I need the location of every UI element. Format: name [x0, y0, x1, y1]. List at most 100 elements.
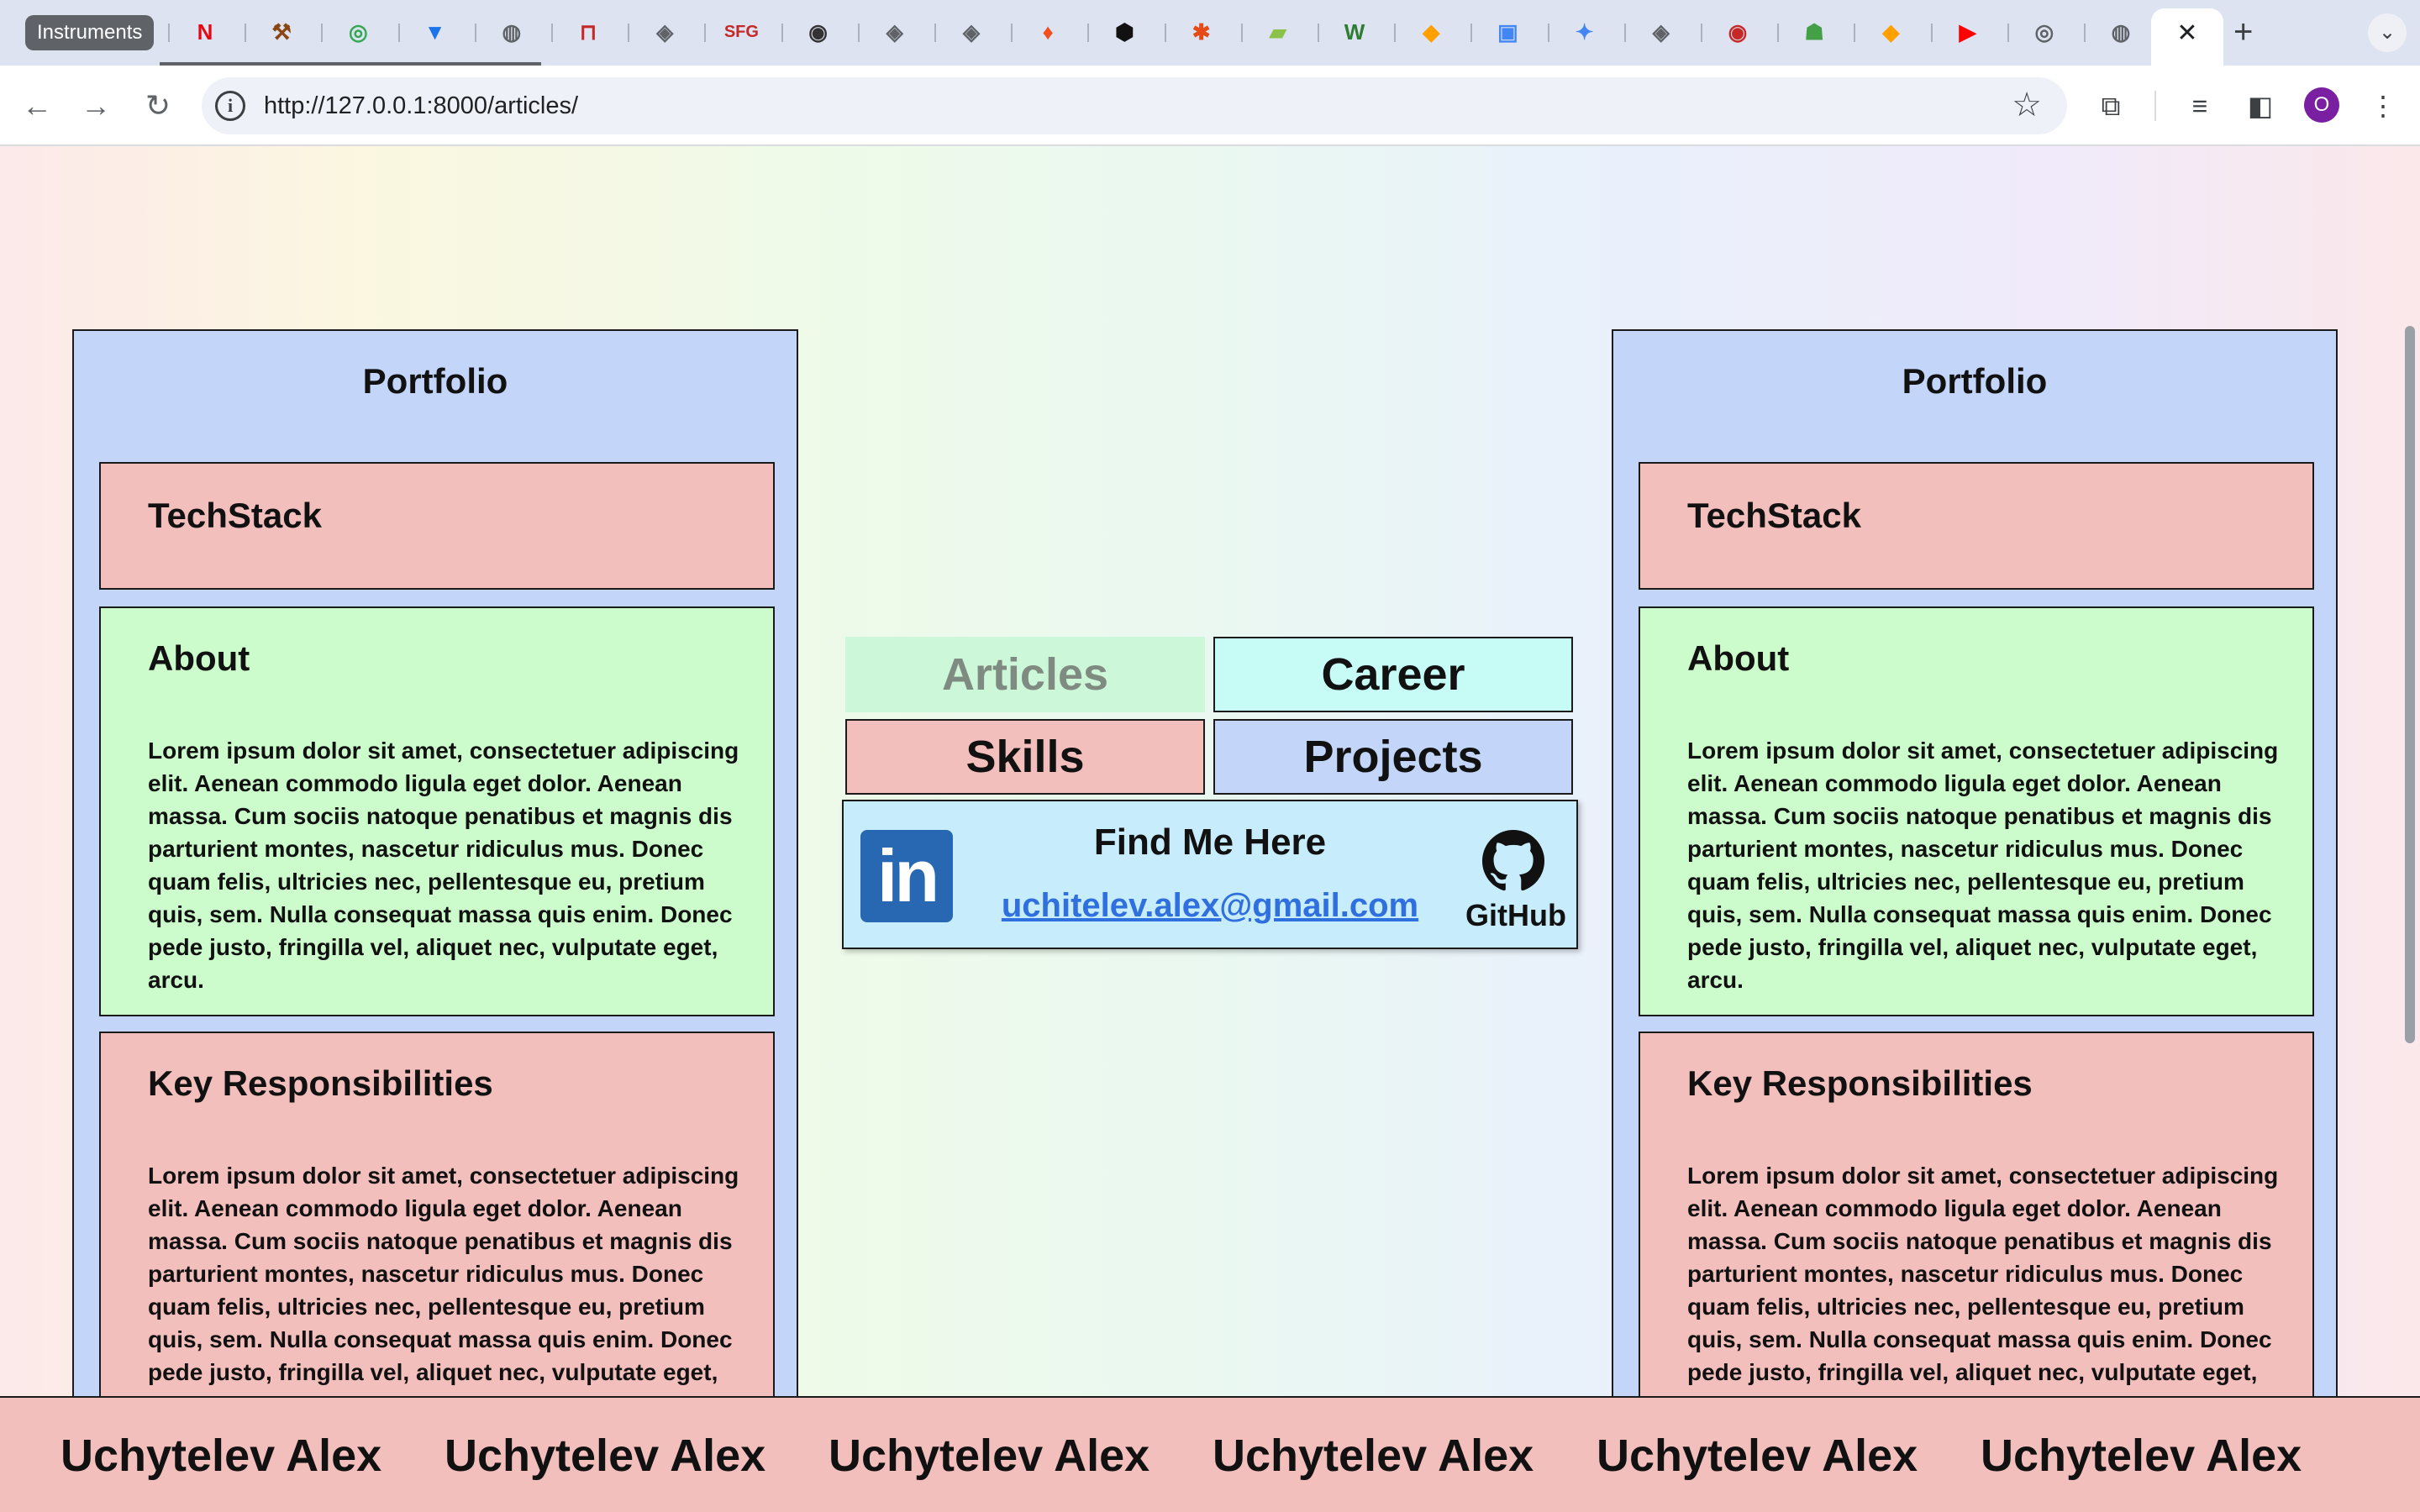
- tab-favicon-icon[interactable]: ✱: [1186, 17, 1217, 47]
- panel-title: Portfolio: [362, 361, 508, 401]
- responsibilities-heading: Key Responsibilities: [1687, 1063, 2033, 1103]
- tab-favicon-icon[interactable]: ◉: [1723, 17, 1753, 47]
- media-control-icon[interactable]: ≡: [2181, 87, 2218, 124]
- close-tab-icon[interactable]: ✕: [2151, 18, 2223, 48]
- extensions-icon[interactable]: ⧉: [2092, 87, 2129, 124]
- tab-separator: [1394, 24, 1397, 42]
- about-text: Lorem ipsum dolor sit amet, consectetuer…: [1687, 738, 2279, 993]
- github-link[interactable]: GitHub: [1465, 830, 1566, 933]
- tab-favicon-icon[interactable]: ▣: [1492, 17, 1523, 47]
- tab-favicon-icon[interactable]: ◈: [650, 17, 680, 47]
- tab-separator: [551, 24, 553, 42]
- footer-name: Uchytelev Alex: [445, 1431, 766, 1481]
- footer-name: Uchytelev Alex: [1981, 1431, 2302, 1481]
- tab-favicon-icon[interactable]: ◎: [2029, 17, 2060, 47]
- tab-favicon-icon[interactable]: W: [1339, 17, 1370, 47]
- address-bar[interactable]: i http://127.0.0.1:8000/articles/ ☆: [202, 77, 2067, 134]
- tab-favicon-icon[interactable]: ◈: [1646, 17, 1676, 47]
- side-panel-icon[interactable]: ◧: [2242, 87, 2279, 124]
- contact-box: in Find Me Here uchitelev.alex@gmail.com…: [842, 800, 1578, 949]
- tab-separator: [321, 24, 324, 42]
- tab-separator: [1777, 24, 1780, 42]
- tab-favicon-icon[interactable]: ♦: [1033, 17, 1063, 47]
- portfolio-panel-right: Portfolio TechStack About Lorem ipsum do…: [1612, 329, 2338, 1512]
- tab-separator: [1701, 24, 1702, 42]
- tab-favicon-icon[interactable]: ⬢: [1109, 17, 1139, 47]
- tab-separator: [1240, 24, 1243, 42]
- tab-favicon-icon[interactable]: ◈: [956, 17, 986, 47]
- tab-favicon-icon[interactable]: ◎: [343, 17, 373, 47]
- responsibilities-text: Lorem ipsum dolor sit amet, consectetuer…: [1687, 1163, 2279, 1385]
- nav-projects[interactable]: Projects: [1213, 719, 1573, 795]
- footer-name: Uchytelev Alex: [60, 1431, 382, 1481]
- tab-separator: [704, 24, 707, 42]
- techstack-heading: TechStack: [148, 496, 322, 535]
- tab-separator: [934, 24, 936, 42]
- tab-favicon-icon[interactable]: ▼: [420, 17, 450, 47]
- about-text: Lorem ipsum dolor sit amet, consectetuer…: [148, 738, 739, 993]
- tab-separator: [1318, 24, 1319, 42]
- tab-strip: Instruments N ⚒ ◎ ▼ ◍ ⊓ ◈ SFG ◉ ◈ ◈ ♦ ⬢ ✱ ▰ W ◆ ▣ ✦ ◈ ◉ ☗ ◆ ▶ ◎ ◍…: [0, 0, 2420, 66]
- tab-separator: [1087, 24, 1090, 42]
- techstack-heading: TechStack: [1687, 496, 1861, 535]
- page-scrollbar[interactable]: [2405, 326, 2415, 1043]
- tab-instruments[interactable]: Instruments: [25, 15, 155, 50]
- tab-favicon-icon[interactable]: ◆: [1876, 17, 1906, 47]
- tab-search-icon[interactable]: ⌄: [2368, 13, 2407, 52]
- about-card: About Lorem ipsum dolor sit amet, consec…: [99, 606, 775, 1016]
- footer-name: Uchytelev Alex: [1597, 1431, 1918, 1481]
- tab-separator: [857, 24, 860, 42]
- bookmark-star-icon[interactable]: ☆: [2012, 86, 2042, 124]
- about-card: About Lorem ipsum dolor sit amet, consec…: [1639, 606, 2314, 1016]
- footer-name: Uchytelev Alex: [1213, 1431, 1534, 1481]
- tab-favicon-icon[interactable]: ✦: [1570, 17, 1600, 47]
- tab-favicon-icon[interactable]: ☗: [1799, 17, 1829, 47]
- responsibilities-text: Lorem ipsum dolor sit amet, consectetuer…: [148, 1163, 739, 1385]
- tab-favicon-icon[interactable]: ▶: [1953, 17, 1983, 47]
- techstack-card[interactable]: TechStack: [99, 462, 775, 590]
- menu-kebab-icon[interactable]: ⋮: [2365, 87, 2402, 124]
- tab-separator: [2084, 24, 2086, 42]
- tab-favicon-icon[interactable]: SFG: [724, 17, 759, 47]
- reload-icon[interactable]: ↻: [138, 86, 178, 126]
- back-icon[interactable]: ←: [17, 86, 57, 126]
- tab-separator: [474, 24, 476, 42]
- tab-favicon-icon[interactable]: N: [190, 17, 220, 47]
- nav-skills[interactable]: Skills: [845, 719, 1205, 795]
- responsibilities-heading: Key Responsibilities: [148, 1063, 493, 1103]
- tab-separator: [1854, 24, 1856, 42]
- portfolio-panel-left: Portfolio TechStack About Lorem ipsum do…: [72, 329, 798, 1512]
- tab-favicon-icon[interactable]: ⚒: [266, 17, 297, 47]
- about-heading: About: [1687, 638, 1790, 678]
- tab-separator: [245, 24, 247, 42]
- tab-favicon-icon[interactable]: ◍: [497, 17, 527, 47]
- tab-separator: [1164, 24, 1166, 42]
- tab-favicon-icon[interactable]: ▰: [1263, 17, 1293, 47]
- tab-separator: [397, 24, 400, 42]
- url-text[interactable]: http://127.0.0.1:8000/articles/: [264, 92, 578, 120]
- tab-separator: [168, 24, 170, 42]
- nav-career[interactable]: Career: [1213, 637, 1573, 712]
- active-tab[interactable]: ✕: [2151, 8, 2223, 66]
- footer-name: Uchytelev Alex: [829, 1431, 1150, 1481]
- tab-separator: [2007, 24, 2009, 42]
- nav-articles[interactable]: Articles: [845, 637, 1205, 712]
- site-info-icon[interactable]: i: [215, 91, 245, 121]
- tab-favicon-icon[interactable]: ◍: [2106, 17, 2136, 47]
- footer-marquee: Uchytelev Alex Uchytelev Alex Uchytelev …: [0, 1396, 2420, 1512]
- tab-separator: [1623, 24, 1626, 42]
- forward-icon[interactable]: →: [76, 86, 116, 126]
- tab-favicon-icon[interactable]: ◈: [880, 17, 910, 47]
- tab-favicon-icon[interactable]: ◆: [1416, 17, 1446, 47]
- tab-separator: [1547, 24, 1549, 42]
- profile-avatar[interactable]: O: [2304, 87, 2339, 123]
- github-label: GitHub: [1465, 898, 1566, 932]
- techstack-card[interactable]: TechStack: [1639, 462, 2314, 590]
- new-tab-icon[interactable]: +: [2233, 13, 2253, 51]
- tab-favicon-icon[interactable]: ◉: [803, 17, 834, 47]
- about-heading: About: [148, 638, 250, 678]
- tab-separator: [1470, 24, 1473, 42]
- github-icon: [1482, 830, 1544, 891]
- tab-favicon-icon[interactable]: ⊓: [573, 17, 603, 47]
- panel-title: Portfolio: [1902, 361, 2048, 401]
